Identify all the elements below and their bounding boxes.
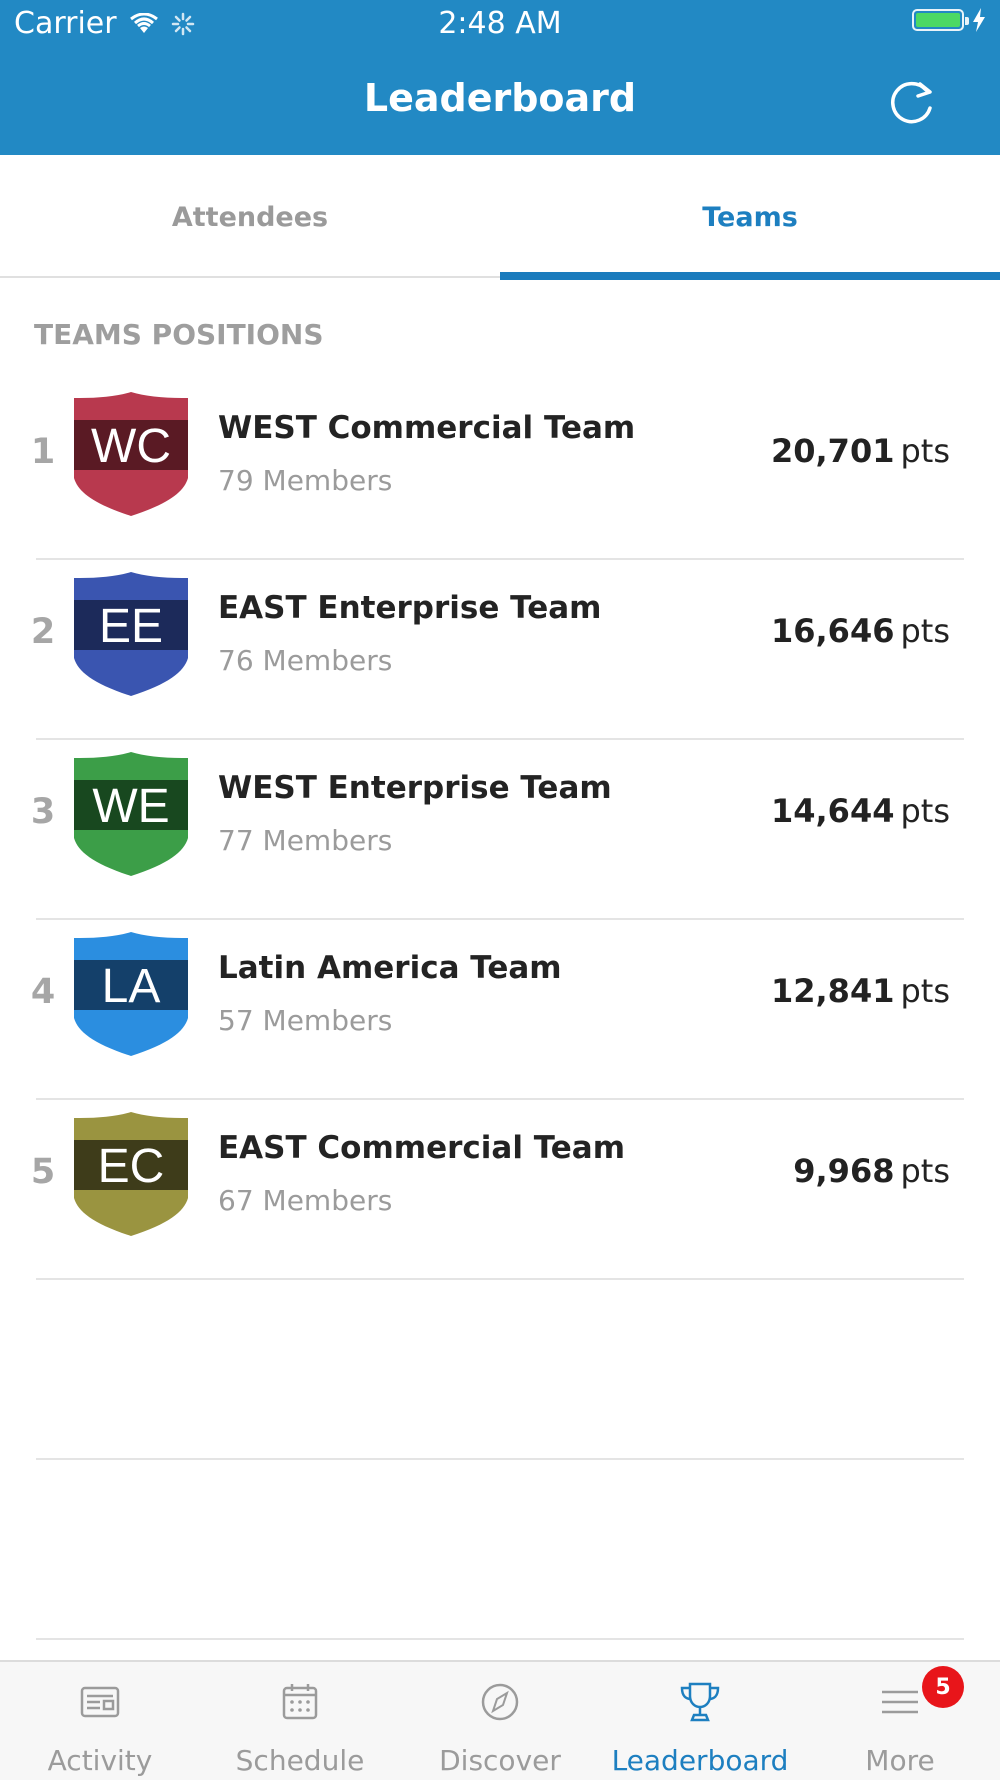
active-tab-indicator	[500, 272, 1000, 280]
team-points: 9,968 pts	[793, 1152, 950, 1190]
points-value: 20,701	[770, 432, 895, 470]
team-row-2[interactable]: 2 EE EAST Enterprise Team 76 Members 16,…	[31, 560, 964, 740]
team-name: Latin America Team	[218, 950, 562, 986]
battery-icon	[912, 9, 969, 31]
tabbar-label: Discover	[439, 1744, 561, 1777]
team-members-count: 67 Members	[218, 1184, 393, 1217]
points-unit: pts	[900, 432, 950, 470]
status-time: 2:48 AM	[438, 6, 562, 41]
team-points: 20,701 pts	[771, 432, 950, 470]
team-points: 14,644 pts	[771, 792, 950, 830]
team-members-count: 77 Members	[218, 824, 393, 857]
team-row-5[interactable]: 5 EC EAST Commercial Team 67 Members 9,9…	[31, 1100, 964, 1280]
points-value: 14,644	[770, 792, 895, 830]
team-name: WEST Commercial Team	[218, 410, 636, 446]
team-points: 16,646 pts	[771, 612, 950, 650]
team-members-count: 79 Members	[218, 464, 393, 497]
tabbar-label: Activity	[47, 1744, 153, 1777]
team-initials: WE	[92, 780, 169, 833]
empty-row	[36, 1280, 964, 1460]
team-row-1[interactable]: 1 WC WEST Commercial Team 79 Members 20,…	[31, 380, 964, 560]
tabbar-label: Schedule	[235, 1744, 365, 1777]
team-shield-icon: LA	[74, 932, 188, 1056]
points-unit: pts	[900, 792, 950, 830]
points-value: 9,968	[793, 1152, 895, 1190]
refresh-icon[interactable]	[886, 78, 938, 126]
page-title: Leaderboard	[363, 76, 637, 120]
team-name: WEST Enterprise Team	[218, 770, 612, 806]
team-row-3[interactable]: 3 WE WEST Enterprise Team 77 Members 14,…	[31, 740, 964, 920]
tab-teams[interactable]: Teams	[500, 155, 1000, 280]
team-initials: WC	[91, 420, 171, 473]
trophy-icon	[680, 1682, 720, 1722]
points-value: 12,841	[770, 972, 895, 1010]
points-unit: pts	[900, 612, 950, 650]
tabbar-item-more[interactable]: 5 More	[800, 1662, 1000, 1780]
team-shield-icon: WE	[74, 752, 188, 876]
bottom-tab-bar: Activity Schedule Discover Leaderboard 5…	[0, 1660, 1000, 1780]
tab-attendees[interactable]: Attendees	[0, 155, 500, 280]
points-value: 16,646	[770, 612, 895, 650]
team-row-4[interactable]: 4 LA Latin America Team 57 Members 12,84…	[31, 920, 964, 1100]
navigation-header: Carrier 2:48 AM Leaderboard	[0, 0, 1000, 155]
points-unit: pts	[900, 972, 950, 1010]
team-points: 12,841 pts	[771, 972, 950, 1010]
tabbar-item-schedule[interactable]: Schedule	[200, 1662, 400, 1780]
empty-row	[36, 1460, 964, 1640]
rank-number: 2	[30, 612, 56, 652]
teams-list: 1 WC WEST Commercial Team 79 Members 20,…	[0, 380, 1000, 1640]
team-initials: EE	[99, 600, 163, 653]
tabbar-label: More	[865, 1744, 935, 1777]
tabbar-label: Leaderboard	[611, 1744, 789, 1777]
points-unit: pts	[900, 1152, 950, 1190]
rank-number: 4	[30, 972, 56, 1012]
team-members-count: 57 Members	[218, 1004, 393, 1037]
team-name: EAST Commercial Team	[218, 1130, 626, 1166]
segment-tabs: Attendees Teams	[0, 155, 1000, 280]
team-shield-icon: WC	[74, 392, 188, 516]
tabbar-item-activity[interactable]: Activity	[0, 1662, 200, 1780]
charging-bolt-icon	[973, 8, 985, 32]
menu-icon	[882, 1690, 918, 1714]
rank-number: 1	[30, 432, 56, 472]
calendar-icon	[282, 1684, 318, 1720]
notification-badge: 5	[922, 1666, 964, 1708]
team-name: EAST Enterprise Team	[218, 590, 602, 626]
section-title: TEAMS POSITIONS	[34, 318, 324, 351]
status-bar-right	[912, 8, 986, 32]
tabbar-item-discover[interactable]: Discover	[400, 1662, 600, 1780]
rank-number: 3	[30, 792, 56, 832]
team-initials: EC	[98, 1140, 165, 1193]
team-initials: LA	[102, 960, 161, 1013]
team-shield-icon: EC	[74, 1112, 188, 1236]
rank-number: 5	[30, 1152, 56, 1192]
team-members-count: 76 Members	[218, 644, 393, 677]
tabbar-item-leaderboard[interactable]: Leaderboard	[600, 1662, 800, 1780]
compass-icon	[481, 1683, 519, 1721]
team-shield-icon: EE	[74, 572, 188, 696]
activity-icon	[80, 1686, 120, 1718]
